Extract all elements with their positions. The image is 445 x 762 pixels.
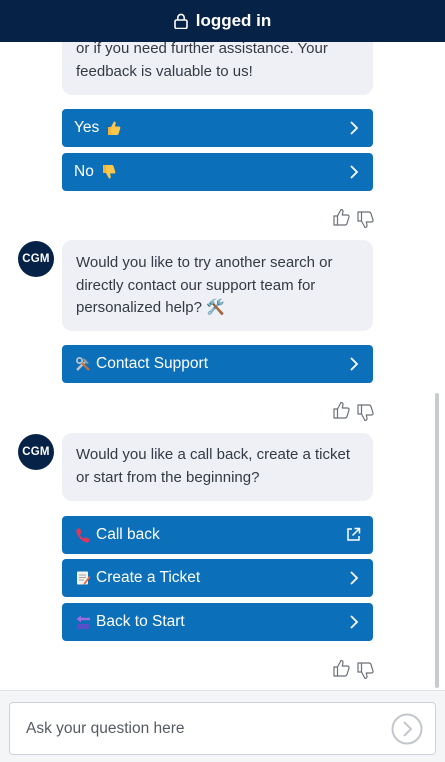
message-text: or if you need further assistance. Your … [76,42,328,80]
chevron-right-icon [350,615,359,629]
chevron-right-icon [350,121,359,135]
chevron-right-icon [350,357,359,371]
yes-label: Yes [74,119,100,136]
feedback-controls [333,208,375,229]
feedback-controls [333,659,375,680]
bot-message: or if you need further assistance. Your … [62,42,373,95]
thumbs-down-icon[interactable] [357,404,374,422]
send-arrow-icon[interactable] [391,713,423,745]
thumbs-up-icon[interactable] [333,208,350,226]
create-ticket-button[interactable]: Create a Ticket [62,559,373,597]
header-bar: logged in [0,0,445,42]
bot-avatar: CGM [18,434,54,470]
message-text: Would you like a call back, create a tic… [76,446,351,486]
call-back-label: Call back [96,526,160,543]
yes-button[interactable]: Yes [62,109,373,147]
telephone-emoji-icon [74,527,91,544]
bot-avatar: CGM [18,241,54,277]
chevron-right-icon [350,165,359,179]
back-to-start-button[interactable]: Back to Start [62,603,373,641]
thumbs-up-icon[interactable] [333,401,350,419]
memo-emoji-icon [74,570,91,587]
contact-support-button[interactable]: Contact Support [62,345,373,383]
no-button[interactable]: No [62,153,373,191]
call-back-button[interactable]: Call back [62,516,373,554]
thumbs-down-emoji-icon [100,164,117,181]
no-label: No [74,163,94,180]
thumbs-down-icon[interactable] [357,662,374,680]
question-input[interactable] [26,717,376,741]
message-text: Would you like to try another search or … [76,254,333,316]
back-arrow-emoji-icon [74,614,91,631]
scrollbar[interactable] [435,393,439,688]
chat-transcript[interactable]: or if you need further assistance. Your … [0,42,445,690]
create-ticket-label: Create a Ticket [96,569,201,586]
external-link-icon [347,527,361,541]
thumbs-down-icon[interactable] [357,211,374,229]
lock-icon [173,13,188,29]
back-to-start-label: Back to Start [96,613,185,630]
thumbs-up-emoji-icon [105,120,122,137]
header-title: logged in [195,11,272,30]
bot-message: Would you like a call back, create a tic… [62,433,373,501]
question-input-box [9,702,436,755]
feedback-controls [333,401,375,422]
composer [0,690,445,762]
contact-support-label: Contact Support [96,355,209,372]
thumbs-up-icon[interactable] [333,659,350,677]
chevron-right-icon [350,571,359,585]
bot-message: Would you like to try another search or … [62,240,373,331]
tools-emoji-icon [74,356,91,373]
